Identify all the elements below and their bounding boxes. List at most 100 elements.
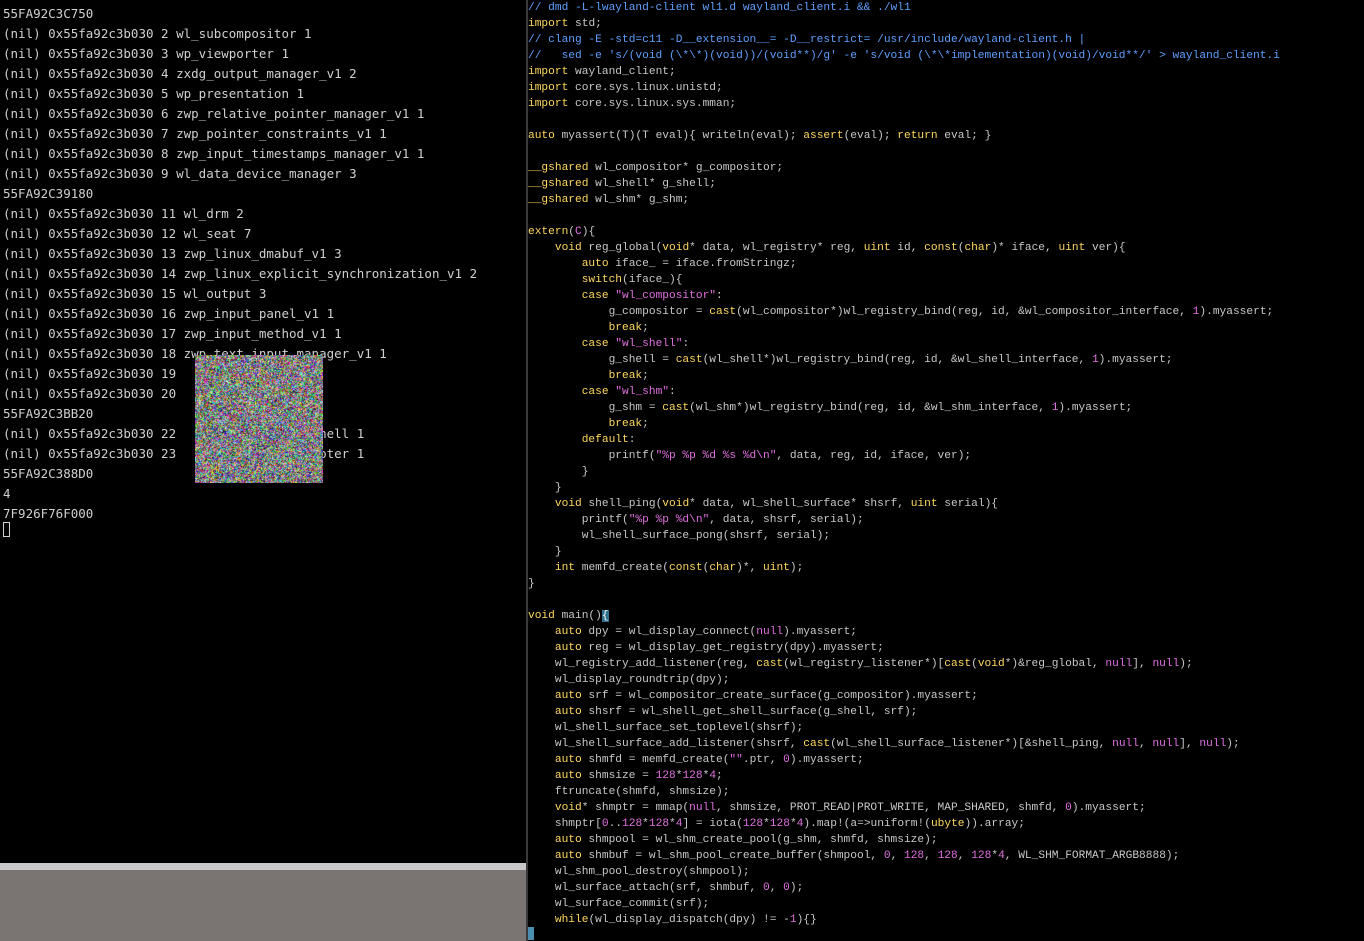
terminal-line: (nil) 0x55fa92c3b030 12 wl_seat 7 xyxy=(3,224,477,244)
code-line: auto dpy = wl_display_connect(null).myas… xyxy=(528,624,1280,640)
code-line: // clang -E -std=c11 -D__extension__= -D… xyxy=(528,32,1280,48)
code-token: myassert(T)(T eval){ writeln(eval); xyxy=(555,130,803,142)
code-token: null xyxy=(689,802,716,814)
code-token: ver){ xyxy=(1085,242,1125,254)
code-token: import xyxy=(528,66,568,78)
code-token: shmsize = xyxy=(582,770,656,782)
code-token: uint xyxy=(864,242,891,254)
code-token: ); xyxy=(790,882,803,894)
code-token: 128 xyxy=(971,850,991,862)
code-token: : xyxy=(716,290,723,302)
terminal-line: (nil) 0x55fa92c3b030 3 wp_viewporter 1 xyxy=(3,44,477,64)
code-token: wl_shm* g_shm; xyxy=(588,194,689,206)
code-token: dpy = wl_display_connect( xyxy=(582,626,757,638)
code-token: 4 xyxy=(998,850,1005,862)
code-token: )*, xyxy=(736,562,763,574)
code-token: )* iface, xyxy=(991,242,1058,254)
code-token: auto xyxy=(528,130,555,142)
code-line: wl_surface_attach(srf, shmbuf, 0, 0); xyxy=(528,880,1280,896)
code-line: void reg_global(void* data, wl_registry*… xyxy=(528,240,1280,256)
code-token: g_shm = xyxy=(528,402,662,414)
code-token xyxy=(528,834,555,846)
code-token: 128 xyxy=(656,770,676,782)
code-token: printf( xyxy=(528,514,629,526)
code-line xyxy=(528,208,1280,224)
code-token: auto xyxy=(555,754,582,766)
code-token xyxy=(528,322,609,334)
code-token xyxy=(528,418,609,430)
code-line: } xyxy=(528,464,1280,480)
code-token: "" xyxy=(729,754,742,766)
code-token: ; xyxy=(716,770,723,782)
code-token: shmfd = memfd_create( xyxy=(582,754,730,766)
code-token: auto xyxy=(555,642,582,654)
code-token: , xyxy=(958,850,971,862)
terminal-line: (nil) 0x55fa92c3b030 2 wl_subcompositor … xyxy=(3,24,477,44)
code-token: void xyxy=(555,498,582,510)
code-token: * xyxy=(790,818,797,830)
code-line: g_shm = cast(wl_shm*)wl_registry_bind(re… xyxy=(528,400,1280,416)
code-token: shmpool = wl_shm_create_pool(g_shm, shmf… xyxy=(582,834,938,846)
terminal-line: (nil) 0x55fa92c3b030 15 wl_output 3 xyxy=(3,284,477,304)
code-token: memfd_create( xyxy=(575,562,669,574)
code-token: extern xyxy=(528,226,568,238)
terminal-window[interactable]: 55FA92C3C750 (nil) 0x55fa92c3b030 2 wl_su… xyxy=(0,0,526,863)
code-token: shmptr[ xyxy=(528,818,602,830)
code-token: (wl_shell*)wl_registry_bind(reg, id, &wl… xyxy=(703,354,1092,366)
code-token: 0 xyxy=(884,850,891,862)
code-token: default xyxy=(582,434,629,446)
code-token: shell_ping( xyxy=(582,498,663,510)
code-token: eval; } xyxy=(938,130,992,142)
code-token: core.sys.linux.unistd; xyxy=(568,82,722,94)
code-token: uint xyxy=(1058,242,1085,254)
code-line: default: xyxy=(528,432,1280,448)
code-token: void xyxy=(555,242,582,254)
code-token: auto xyxy=(555,626,582,638)
code-token: .ptr, xyxy=(743,754,783,766)
code-line: g_shell = cast(wl_shell*)wl_registry_bin… xyxy=(528,352,1280,368)
code-token: auto xyxy=(555,770,582,782)
code-token: 128 xyxy=(622,818,642,830)
code-line: wl_shm_pool_destroy(shmpool); xyxy=(528,864,1280,880)
code-token: cast xyxy=(756,658,783,670)
code-token xyxy=(528,642,555,654)
code-token: 128 xyxy=(904,850,924,862)
code-token: break xyxy=(609,322,643,334)
code-line: // dmd -L-lwayland-client wl1.d wayland_… xyxy=(528,0,1280,16)
code-token: * shmptr = mmap( xyxy=(582,802,689,814)
code-line: import std; xyxy=(528,16,1280,32)
code-line: printf("%p %p %d\n", data, shsrf, serial… xyxy=(528,512,1280,528)
code-token: main() xyxy=(555,610,602,622)
code-token: (wl_shell_surface_listener*)[&shell_ping… xyxy=(830,738,1112,750)
code-token: cast xyxy=(803,738,830,750)
code-line: void shell_ping(void* data, wl_shell_sur… xyxy=(528,496,1280,512)
code-editor[interactable]: // dmd -L-lwayland-client wl1.d wayland_… xyxy=(528,0,1364,941)
terminal-line: 55FA92C39180 xyxy=(3,184,477,204)
code-token: char xyxy=(964,242,991,254)
code-token: while xyxy=(555,914,589,926)
code-token: char xyxy=(709,562,736,574)
code-token: import xyxy=(528,98,568,110)
code-token: * xyxy=(669,818,676,830)
code-token: auto xyxy=(555,834,582,846)
code-token: wl_shell_surface_set_toplevel(shsrf); xyxy=(528,722,803,734)
terminal-line: 7F926F76F000 xyxy=(3,504,477,524)
code-token: "wl_shm" xyxy=(615,386,669,398)
code-line: __gshared wl_shm* g_shm; xyxy=(528,192,1280,208)
code-token: * xyxy=(763,818,770,830)
code-token: wl_shell_surface_pong(shsrf, serial); xyxy=(528,530,830,542)
code-token: * xyxy=(642,818,649,830)
code-token: ; xyxy=(642,370,649,382)
code-token: wl_surface_commit(srf); xyxy=(528,898,709,910)
code-token: wl_registry_add_listener(reg, xyxy=(528,658,756,670)
code-token: break xyxy=(609,418,643,430)
code-token: ).myassert; xyxy=(790,754,864,766)
terminal-line: (nil) 0x55fa92c3b030 5 wp_presentation 1 xyxy=(3,84,477,104)
code-token: g_shell = xyxy=(528,354,676,366)
terminal-line: (nil) 0x55fa92c3b030 6 zwp_relative_poin… xyxy=(3,104,477,124)
code-token: (wl_registry_listener*)[ xyxy=(783,658,944,670)
code-token: ; xyxy=(642,322,649,334)
code-token: uint xyxy=(911,498,938,510)
code-token: case xyxy=(582,338,609,350)
code-token: ).map!(a=>uniform!( xyxy=(803,818,931,830)
